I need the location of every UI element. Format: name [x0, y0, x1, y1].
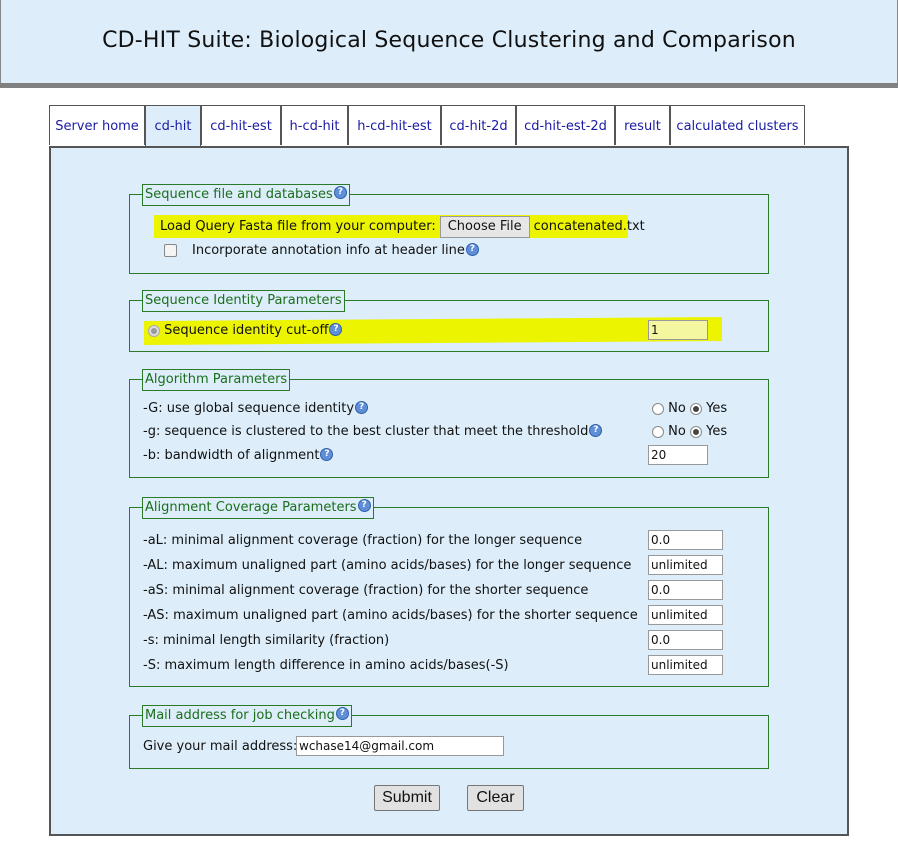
mail-legend: Mail address for job checking? — [142, 705, 352, 727]
tab-result[interactable]: result — [615, 105, 670, 145]
page-header: CD-HIT Suite: Biological Sequence Cluste… — [0, 0, 898, 84]
global-no-label: No — [668, 401, 686, 416]
tab-h-cd-hit-est[interactable]: h-cd-hit-est — [348, 105, 441, 145]
annotation-label: Incorporate annotation info at header li… — [192, 243, 465, 258]
help-icon[interactable]: ? — [320, 448, 334, 461]
sequence-file-legend: Sequence file and databases? — [142, 184, 350, 206]
choose-file-button[interactable]: Choose File — [439, 215, 530, 238]
coverage-input-aL[interactable]: 0.0 — [648, 530, 723, 550]
algorithm-fieldset: Algorithm Parameters -G: use global sequ… — [129, 369, 769, 478]
identity-cutoff-row: Sequence identity cut-off? — [148, 323, 343, 338]
coverage-input-aS[interactable]: 0.0 — [648, 580, 723, 600]
global-yes-radio[interactable] — [689, 402, 702, 415]
global-no-radio[interactable] — [652, 402, 664, 415]
best-no-label: No — [668, 424, 686, 439]
cd-hit-form-panel: Sequence file and databases? Load Query … — [49, 146, 849, 836]
tab-cd-hit-2d[interactable]: cd-hit-2d — [441, 105, 516, 145]
help-icon[interactable]: ? — [333, 186, 347, 199]
best-yes-label: Yes — [706, 424, 728, 439]
header-divider — [0, 83, 898, 88]
global-identity-label: -G: use global sequence identity — [143, 401, 355, 416]
chosen-file-name: concatenated.txt — [533, 219, 645, 234]
coverage-row-AL: -AL: maximum unaligned part (amino acids… — [143, 558, 632, 573]
best-cluster-row: -g: sequence is clustered to the best cl… — [143, 424, 603, 439]
tab-h-cd-hit[interactable]: h-cd-hit — [281, 105, 348, 145]
submit-button[interactable]: Submit — [374, 785, 440, 811]
coverage-input-AL[interactable]: unlimited — [648, 555, 723, 575]
coverage-legend: Alignment Coverage Parameters? — [142, 497, 374, 519]
coverage-fieldset: Alignment Coverage Parameters? -aL: mini… — [129, 497, 769, 687]
best-yes-radio[interactable] — [689, 425, 702, 438]
bandwidth-label: -b: bandwidth of alignment — [143, 448, 320, 463]
help-icon[interactable]: ? — [357, 499, 371, 512]
sequence-file-fieldset: Sequence file and databases? Load Query … — [129, 184, 769, 274]
annotation-row: Incorporate annotation info at header li… — [192, 243, 479, 258]
tab-server-home[interactable]: Server home — [49, 105, 145, 145]
algorithm-legend: Algorithm Parameters — [142, 369, 291, 391]
mail-fieldset: Mail address for job checking? Give your… — [129, 705, 769, 769]
annotation-checkbox[interactable] — [164, 244, 177, 257]
help-icon[interactable]: ? — [329, 323, 343, 336]
bandwidth-input[interactable]: 20 — [648, 445, 708, 465]
coverage-row-aS: -aS: minimal alignment coverage (fractio… — [143, 583, 589, 598]
tab-calculated-clusters[interactable]: calculated clusters — [670, 105, 805, 145]
identity-cutoff-label: Sequence identity cut-off — [164, 323, 329, 338]
coverage-row-AS: -AS: maximum unaligned part (amino acids… — [143, 608, 638, 623]
help-icon[interactable]: ? — [335, 707, 349, 720]
global-yes-label: Yes — [706, 401, 728, 416]
load-query-row: Load Query Fasta file from your computer… — [160, 215, 645, 238]
mail-input[interactable]: wchase14@gmail.com — [296, 736, 504, 756]
coverage-input-S[interactable]: unlimited — [648, 655, 723, 675]
help-icon[interactable]: ? — [589, 424, 603, 437]
sequence-file-legend-text: Sequence file and databases — [145, 187, 333, 202]
identity-fieldset: Sequence Identity Parameters Sequence id… — [129, 290, 769, 352]
mail-legend-text: Mail address for job checking — [145, 708, 335, 723]
coverage-row-aL: -aL: minimal alignment coverage (fractio… — [143, 533, 583, 548]
coverage-input-s[interactable]: 0.0 — [648, 630, 723, 650]
identity-cutoff-input[interactable]: 1 — [648, 320, 708, 340]
tab-cd-hit-est[interactable]: cd-hit-est — [201, 105, 281, 145]
help-icon[interactable]: ? — [355, 401, 369, 414]
best-no-radio[interactable] — [652, 425, 664, 438]
mail-label: Give your mail address: — [143, 739, 298, 754]
coverage-legend-text: Alignment Coverage Parameters — [145, 500, 357, 515]
global-identity-options: No Yes — [652, 401, 727, 416]
identity-legend: Sequence Identity Parameters — [142, 290, 345, 312]
tab-cd-hit[interactable]: cd-hit — [145, 105, 201, 147]
clear-button[interactable]: Clear — [467, 785, 524, 811]
page-title: CD-HIT Suite: Biological Sequence Cluste… — [102, 28, 796, 53]
load-query-label: Load Query Fasta file from your computer… — [160, 219, 436, 234]
best-cluster-options: No Yes — [652, 424, 727, 439]
tab-cd-hit-est-2d[interactable]: cd-hit-est-2d — [516, 105, 615, 145]
best-cluster-label: -g: sequence is clustered to the best cl… — [143, 424, 589, 439]
identity-cutoff-radio[interactable] — [148, 324, 160, 337]
global-identity-row: -G: use global sequence identity? — [143, 401, 369, 416]
coverage-row-S: -S: maximum length difference in amino a… — [143, 658, 509, 673]
help-icon[interactable]: ? — [465, 243, 479, 256]
coverage-input-AS[interactable]: unlimited — [648, 605, 723, 625]
bandwidth-row: -b: bandwidth of alignment? — [143, 448, 334, 463]
coverage-row-s: -s: minimal length similarity (fraction) — [143, 633, 390, 648]
